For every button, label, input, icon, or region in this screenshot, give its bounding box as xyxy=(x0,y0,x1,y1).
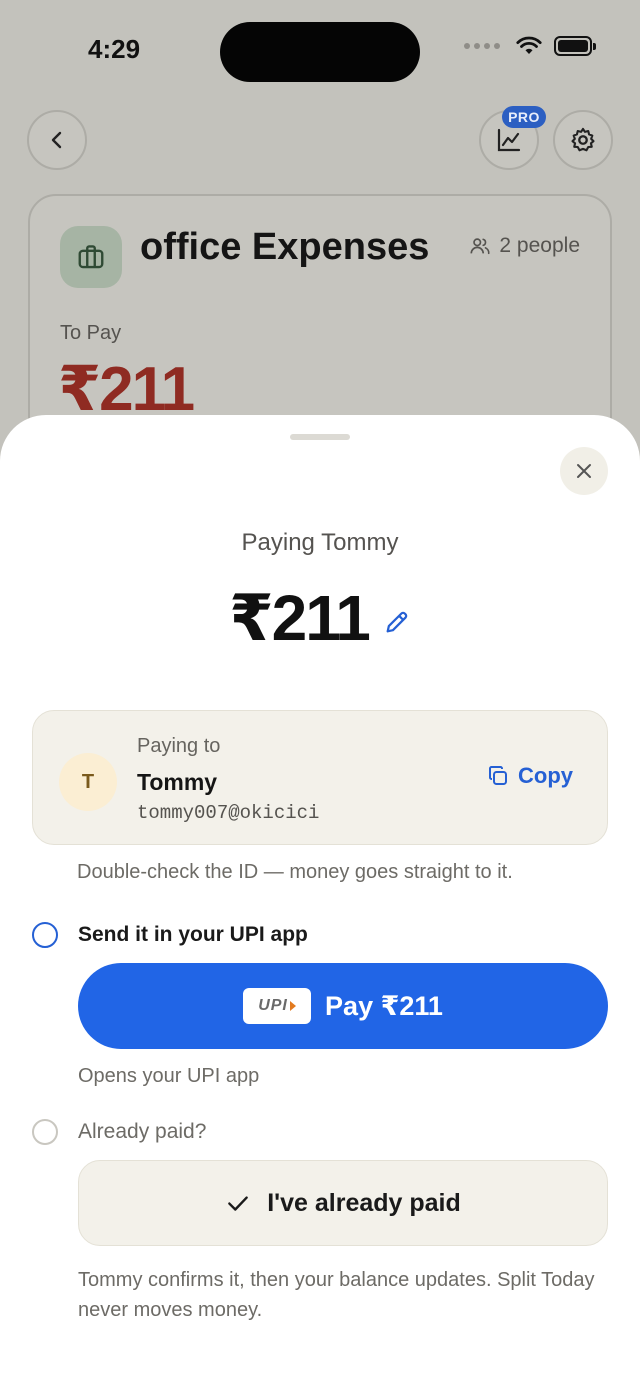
signal-icon xyxy=(464,43,500,49)
option-paid-label: Already paid? xyxy=(78,1120,207,1143)
id-warning: Double-check the ID — money goes straigh… xyxy=(77,861,513,883)
back-button[interactable] xyxy=(27,110,87,170)
already-paid-button[interactable]: I've already paid xyxy=(78,1160,608,1246)
battery-icon xyxy=(554,36,596,56)
option-upi-label: Send it in your UPI app xyxy=(78,923,308,946)
check-icon xyxy=(228,1196,249,1211)
paying-to-label: Paying to xyxy=(137,735,221,757)
radio-upi-app[interactable] xyxy=(32,922,58,948)
to-pay-label: To Pay xyxy=(60,322,122,344)
already-paid-label: I've already paid xyxy=(267,1188,461,1217)
payee-upi-id: tommy007@okicici xyxy=(137,802,320,824)
status-icons xyxy=(464,36,596,56)
people-count: 2 people xyxy=(469,234,580,258)
payment-amount: ₹211 xyxy=(229,582,371,654)
sheet-title: Paying Tommy xyxy=(241,529,399,556)
payee-card: T Paying to Tommy tommy007@okicici Copy xyxy=(32,710,608,845)
pro-badge: PRO xyxy=(502,106,546,128)
group-avatar xyxy=(60,226,122,288)
edit-amount-button[interactable] xyxy=(383,608,411,636)
amount-row: ₹211 xyxy=(0,581,640,656)
option-already-paid[interactable]: Already paid? xyxy=(32,1119,206,1145)
close-icon xyxy=(577,464,591,478)
upi-logo-text: UPI xyxy=(258,997,288,1014)
close-button[interactable] xyxy=(560,447,608,495)
group-title: office Expenses xyxy=(140,226,430,268)
back-icon xyxy=(51,131,62,149)
upi-logo: UPI xyxy=(243,988,312,1024)
payee-avatar: T xyxy=(59,753,117,811)
copy-icon xyxy=(489,766,507,785)
briefcase-icon xyxy=(78,245,104,269)
opens-upi-note: Opens your UPI app xyxy=(78,1065,260,1087)
footnote: Tommy confirms it, then your balance upd… xyxy=(78,1269,595,1321)
copy-button[interactable]: Copy xyxy=(486,763,573,789)
payment-sheet: Paying Tommy ₹211 T Paying to Tommy tomm… xyxy=(0,415,640,1392)
gear-icon xyxy=(571,127,595,152)
people-icon xyxy=(470,238,490,255)
pay-upi-button[interactable]: UPI Pay ₹211 xyxy=(78,963,608,1049)
radio-already-paid[interactable] xyxy=(32,1119,58,1145)
status-time: 4:29 xyxy=(88,34,141,64)
pencil-icon xyxy=(386,611,408,632)
sheet-grabber[interactable] xyxy=(290,434,350,440)
payee-name: Tommy xyxy=(137,769,218,795)
settings-button[interactable] xyxy=(553,110,613,170)
copy-label: Copy xyxy=(518,763,573,788)
chart-icon xyxy=(497,128,521,152)
dynamic-island xyxy=(220,22,420,82)
pay-button-label: Pay ₹211 xyxy=(325,990,443,1021)
people-count-label: 2 people xyxy=(499,234,580,257)
option-upi-app[interactable]: Send it in your UPI app xyxy=(32,922,308,948)
wifi-icon xyxy=(516,36,542,54)
